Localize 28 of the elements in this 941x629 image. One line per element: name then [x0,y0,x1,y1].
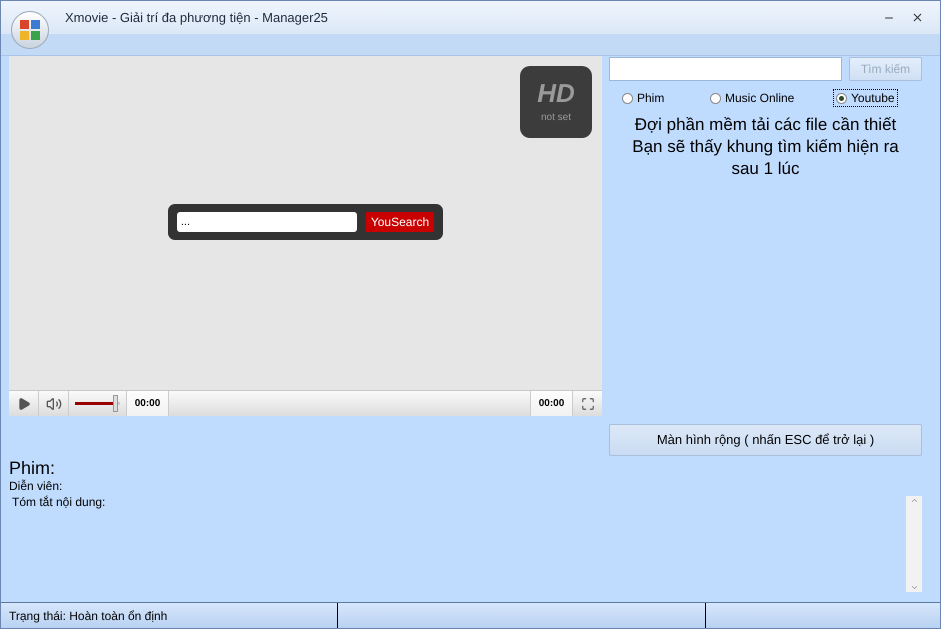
source-radio[interactable]: Music Online [707,89,833,107]
scrollbar[interactable] [906,496,922,592]
loading-message: Bạn sẽ thấy khung tìm kiếm hiện ra [632,136,899,158]
volume-thumb[interactable] [112,395,118,412]
widescreen-button[interactable]: Màn hình rộng ( nhấn ESC để trở lại ) [609,424,922,456]
source-radio[interactable]: Youtube [833,89,898,107]
status-text: Trạng thái: Hoàn toàn ổn định [1,603,338,628]
fullscreen-icon [580,396,594,410]
close-icon[interactable] [911,11,924,24]
hd-status: not set [540,110,572,124]
yousearch-button[interactable]: YouSearch [366,212,434,232]
app-logo-icon[interactable] [11,11,49,49]
elapsed-time: 00:00 [127,391,169,416]
scroll-up-icon[interactable] [910,496,918,505]
movie-title: Phim: [9,458,56,478]
loading-message: sau 1 lúc [731,158,800,180]
loading-message: Đợi phần mềm tải các file cần thiết [634,114,896,136]
summary-label: Tóm tắt nội dung: [11,494,106,510]
play-icon [16,396,30,410]
scroll-down-icon[interactable] [910,583,918,592]
speaker-icon [46,396,62,412]
video-search-field[interactable]: ... [176,212,357,232]
actors-label: Diễn viên: [9,478,64,494]
total-time: 00:00 [530,391,572,416]
source-radio[interactable]: Phim [619,89,707,107]
hd-label: HD [537,80,575,106]
window-title: Xmovie - Giải trí đa phương tiện - Manager25 [65,8,328,27]
search-field[interactable] [609,57,842,81]
